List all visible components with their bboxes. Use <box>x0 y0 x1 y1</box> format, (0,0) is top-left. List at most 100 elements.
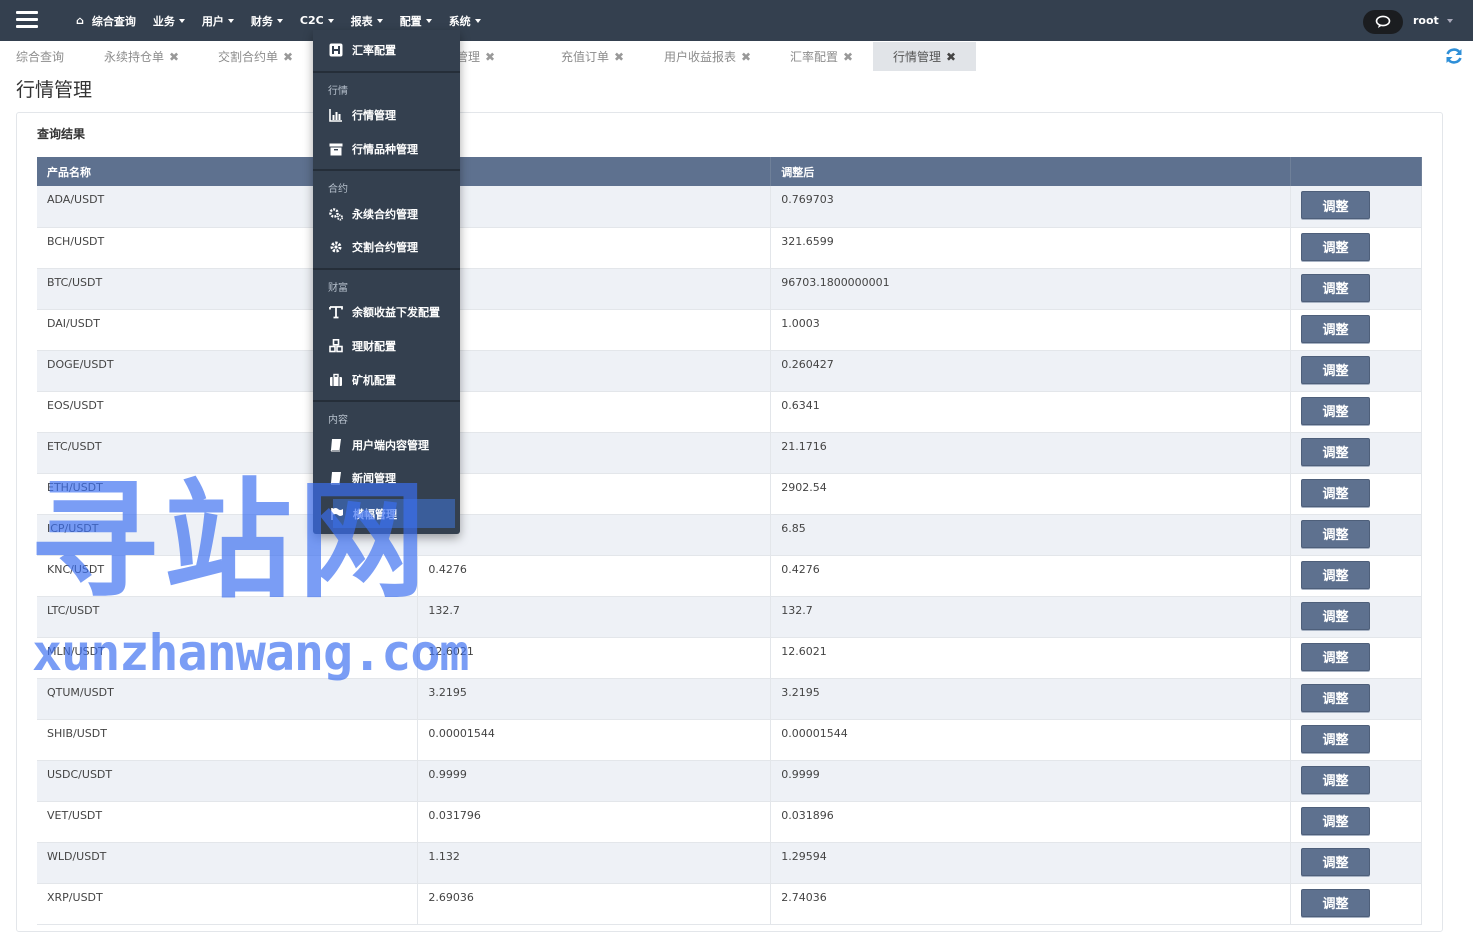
table-row: ICP/USDT 6.85 调整 <box>37 514 1422 556</box>
menu-item-banner-management[interactable]: 横幅管理 <box>331 499 455 528</box>
chat-button[interactable] <box>1363 10 1403 34</box>
adjust-button[interactable]: 调整 <box>1301 806 1370 835</box>
nav-menu-business[interactable]: 业务 <box>153 13 185 29</box>
adjust-button[interactable]: 调整 <box>1301 232 1370 261</box>
caret-down-icon <box>276 18 283 23</box>
nav-menu-finance[interactable]: 财务 <box>251 13 283 29</box>
tab-item[interactable]: 综合查询 <box>16 42 64 71</box>
menu-item-label: 永续合约管理 <box>352 208 418 221</box>
adjusted-price-cell: 132.7 <box>770 596 1291 638</box>
menu-item-wealth-config[interactable]: 理财配置 <box>313 333 460 359</box>
nav-label: 财务 <box>250 14 273 28</box>
adjust-button[interactable]: 调整 <box>1301 478 1370 507</box>
action-cell: 调整 <box>1290 350 1422 392</box>
table-row: USDC/USDT 0.9999 0.9999 调整 <box>37 760 1422 802</box>
table-row: ADA/USDT7080.769703调整 <box>37 186 1422 228</box>
caret-down-icon <box>227 18 234 23</box>
chat-icon <box>1375 15 1391 28</box>
tab-item[interactable]: 充值订单 ✖ <box>561 42 624 71</box>
caret-down-icon <box>425 18 432 23</box>
menu-item-delivery-contract[interactable]: 交割合约管理 <box>313 234 460 260</box>
suitcase-icon <box>328 373 344 387</box>
menu-item-perpetual-contract[interactable]: 永续合约管理 <box>313 201 460 227</box>
close-icon[interactable]: ✖ <box>843 50 853 64</box>
tab-label: 充值订单 <box>561 50 610 64</box>
price-cell: 1.132 <box>417 842 772 884</box>
adjust-button[interactable]: 调整 <box>1301 191 1370 219</box>
price-cell <box>417 391 772 433</box>
nav-label: 配置 <box>399 14 422 28</box>
tab-item-active[interactable]: 行情管理 ✖ <box>873 42 976 71</box>
tab-item[interactable]: 永续持仓单 ✖ <box>104 42 179 71</box>
adjust-button[interactable]: 调整 <box>1301 519 1370 548</box>
nav-label: 报表 <box>350 14 373 28</box>
table-row: ETC/USDT1621.1716调整 <box>37 432 1422 474</box>
menu-item-market-management[interactable]: 行情管理 <box>313 102 460 128</box>
column-header: 调整后 <box>770 157 1291 186</box>
adjust-button[interactable]: 调整 <box>1301 601 1370 630</box>
menu-item-label: 行情品种管理 <box>352 143 418 156</box>
adjusted-price-cell: 0.6341 <box>770 391 1291 433</box>
flag-icon <box>329 507 345 521</box>
tab-item[interactable]: 用户收益报表 ✖ <box>664 42 751 71</box>
action-cell: 调整 <box>1290 596 1422 638</box>
cogs-icon <box>328 207 344 221</box>
menu-item-market-variety[interactable]: 行情品种管理 <box>313 136 460 162</box>
table-row: VET/USDT 0.031796 0.031896 调整 <box>37 801 1422 843</box>
menu-item-balance-yield[interactable]: 余额收益下发配置 <box>313 299 460 325</box>
adjust-button[interactable]: 调整 <box>1301 888 1370 917</box>
adjust-button[interactable]: 调整 <box>1301 847 1370 876</box>
adjust-button[interactable]: 调整 <box>1301 437 1370 466</box>
nav-menu-users[interactable]: 用户 <box>202 13 234 29</box>
nav-menu-reports[interactable]: 报表 <box>351 13 383 29</box>
close-icon[interactable]: ✖ <box>741 50 751 64</box>
menu-item-miner-config[interactable]: 矿机配置 <box>313 367 460 393</box>
adjust-button[interactable]: 调整 <box>1301 396 1370 425</box>
action-cell: 调整 <box>1290 391 1422 433</box>
nav-menu-system[interactable]: 系统 <box>449 13 481 29</box>
close-icon[interactable]: ✖ <box>485 50 495 64</box>
column-header <box>417 157 772 186</box>
adjust-button[interactable]: 调整 <box>1301 560 1370 589</box>
menu-group-header: 内容 <box>328 415 348 426</box>
nav-home[interactable]: ⌂ 综合查询 <box>76 13 136 29</box>
menu-item-content-management[interactable]: 用户端内容管理 <box>313 432 460 458</box>
menu-toggle-icon[interactable] <box>16 11 38 29</box>
action-cell: 调整 <box>1290 760 1422 802</box>
nav-menu-config[interactable]: 配置 <box>400 13 432 29</box>
adjust-button[interactable]: 调整 <box>1301 765 1370 794</box>
price-cell: 132.7 <box>417 596 772 638</box>
action-cell: 调整 <box>1290 719 1422 761</box>
adjusted-price-cell: 6.85 <box>770 514 1291 556</box>
refresh-icon[interactable] <box>1444 46 1464 66</box>
caret-down-icon <box>178 18 185 23</box>
adjust-button[interactable]: 调整 <box>1301 642 1370 671</box>
adjust-button[interactable]: 调整 <box>1301 355 1370 384</box>
adjusted-price-cell: 2.74036 <box>770 883 1291 925</box>
tab-item[interactable]: 交割合约单 ✖ <box>218 42 293 71</box>
adjusted-price-cell: 21.1716 <box>770 432 1291 474</box>
price-cell: 16 <box>417 432 772 474</box>
adjusted-price-cell: 0.031896 <box>770 801 1291 843</box>
tab-label: 交割合约单 <box>218 50 279 64</box>
adjust-button[interactable]: 调整 <box>1301 314 1370 343</box>
close-icon[interactable]: ✖ <box>283 50 293 64</box>
adjust-button[interactable]: 调整 <box>1301 273 1370 302</box>
user-menu[interactable]: root <box>1413 14 1453 27</box>
adjust-button[interactable]: 调整 <box>1301 724 1370 753</box>
adjust-button[interactable]: 调整 <box>1301 683 1370 712</box>
table-row: DAI/USDT31.0003调整 <box>37 309 1422 351</box>
menu-item-news-management[interactable]: 新闻管理 <box>313 465 460 491</box>
caret-down-icon <box>474 18 481 23</box>
close-icon[interactable]: ✖ <box>946 50 956 64</box>
menu-group-header: 财富 <box>328 283 348 294</box>
table-row: DOGE/USDT4270.260427调整 <box>37 350 1422 392</box>
close-icon[interactable]: ✖ <box>169 50 179 64</box>
price-cell: 3 <box>417 309 772 351</box>
tab-item[interactable]: 汇率配置 ✖ <box>790 42 853 71</box>
menu-item-label: 新闻管理 <box>352 472 396 485</box>
close-icon[interactable]: ✖ <box>614 50 624 64</box>
adjusted-price-cell: 96703.1800000001 <box>770 268 1291 310</box>
menu-item-rate-config[interactable]: 汇率配置 <box>313 37 460 63</box>
nav-menu-c2c[interactable]: C2C <box>300 14 334 27</box>
